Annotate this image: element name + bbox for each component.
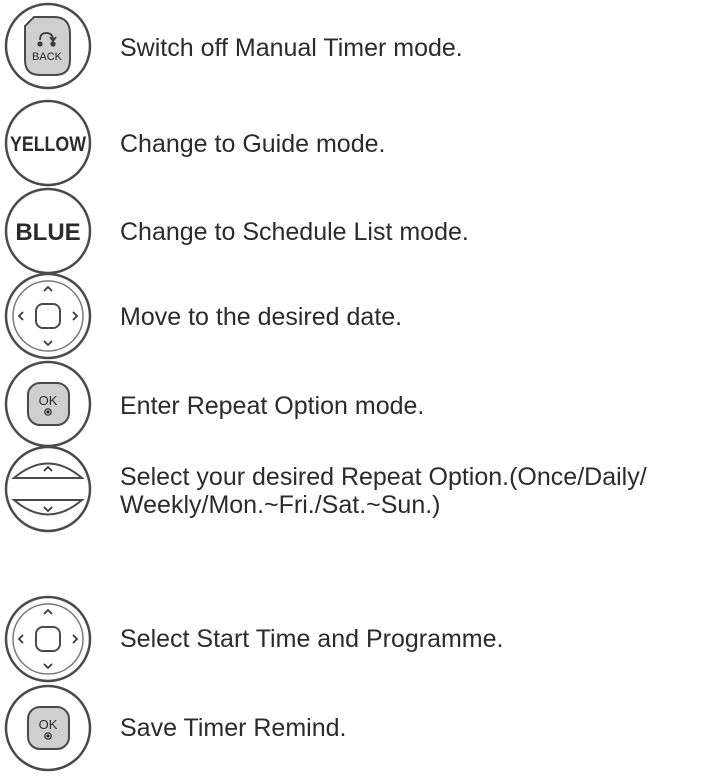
- step-6-text: Select your desired Repeat Option.(Once/…: [120, 463, 647, 519]
- navigation-pad-icon: [4, 272, 92, 360]
- step-3-text: Change to Schedule List mode.: [120, 218, 469, 246]
- ok-button-icon-2: OK: [4, 684, 92, 772]
- ok-button-icon: OK: [4, 360, 92, 448]
- back-button-icon: BACK: [4, 2, 92, 90]
- ok-label-2: OK: [39, 717, 58, 732]
- step-6-line-2: Weekly/Mon.~Fri./Sat.~Sun.): [120, 491, 441, 519]
- blue-label: BLUE: [15, 219, 80, 246]
- step-8-text: Save Timer Remind.: [120, 714, 347, 742]
- step-1-text: Switch off Manual Timer mode.: [120, 34, 463, 62]
- up-down-button-icon: [4, 445, 92, 533]
- yellow-label: YELLOW: [10, 133, 86, 156]
- step-5-text: Enter Repeat Option mode.: [120, 392, 425, 420]
- step-2-text: Change to Guide mode.: [120, 130, 386, 158]
- step-6-line-1: Select your desired Repeat Option.(Once/…: [120, 463, 647, 491]
- step-7-text: Select Start Time and Programme.: [120, 625, 504, 653]
- navigation-pad-icon-2: [4, 595, 92, 683]
- back-label: BACK: [32, 51, 63, 63]
- step-4-text: Move to the desired date.: [120, 303, 403, 331]
- blue-button-icon: BLUE: [4, 187, 92, 275]
- yellow-button-icon: YELLOW: [4, 99, 92, 187]
- ok-label: OK: [39, 393, 58, 408]
